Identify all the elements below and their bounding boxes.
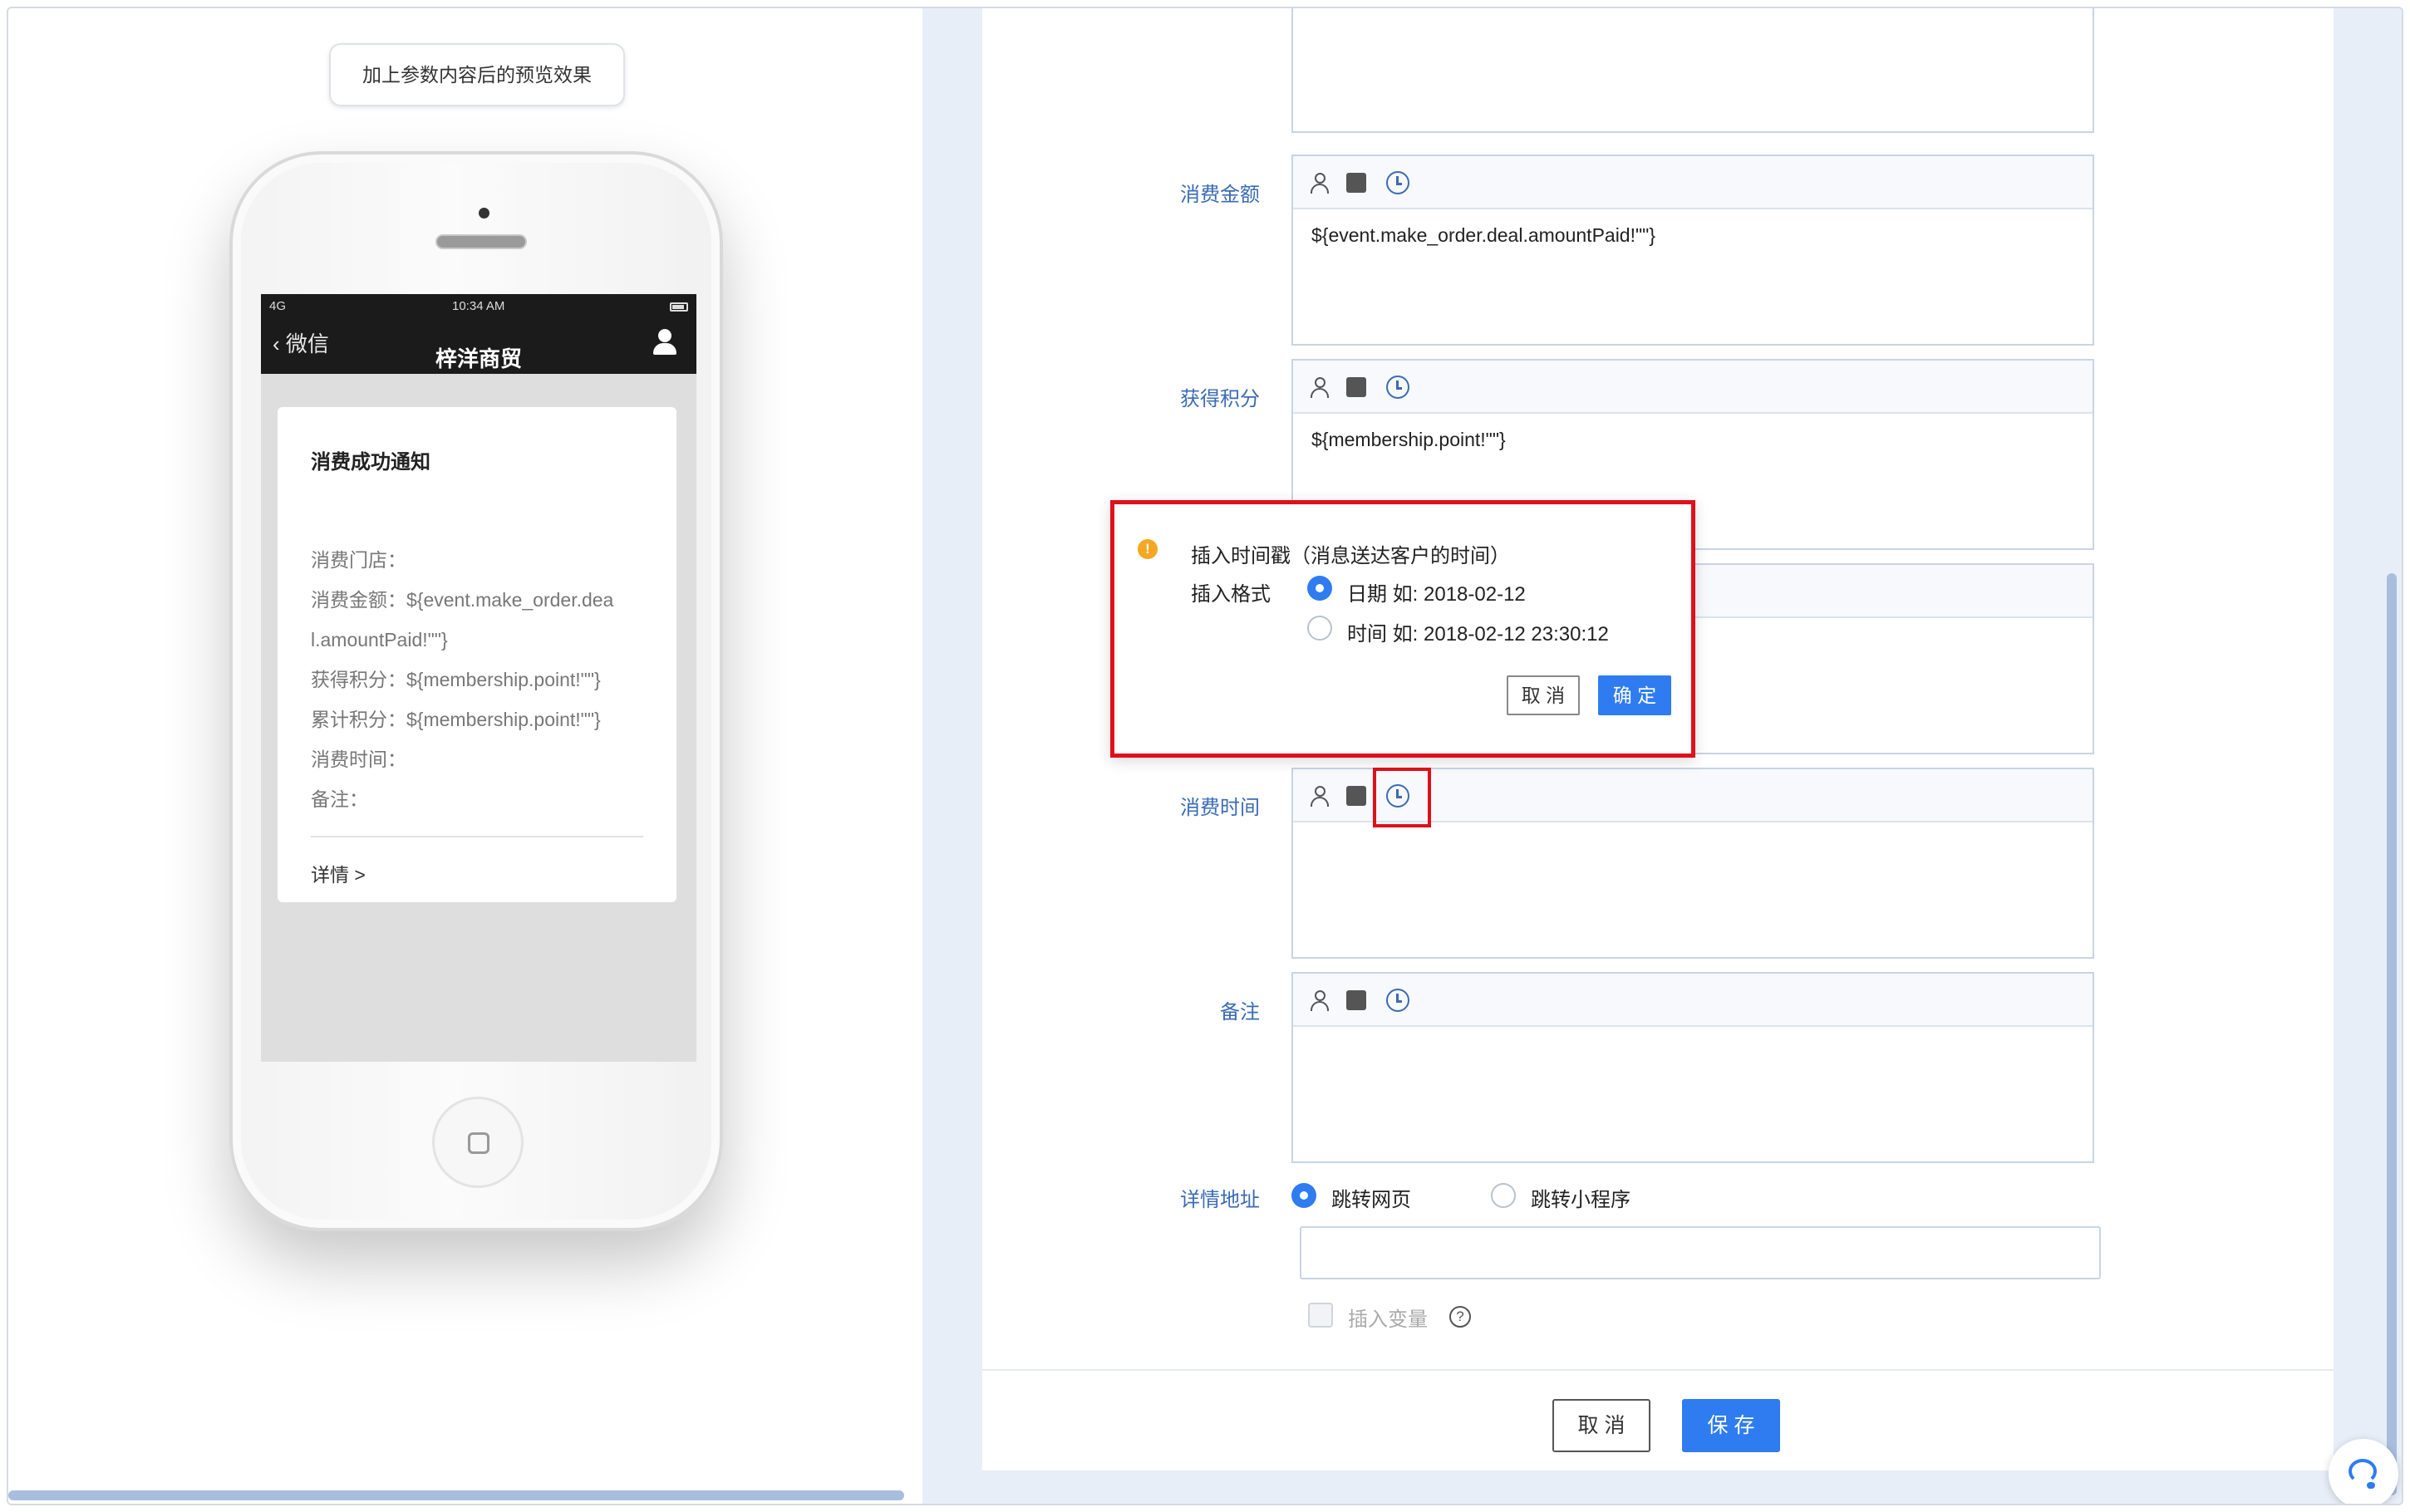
editor-content[interactable]: ${event.make_order.deal.amountPaid!""}	[1293, 209, 2093, 262]
clock-icon[interactable]	[1386, 989, 1409, 1012]
insert-variable-checkbox[interactable]	[1308, 1303, 1333, 1328]
editor-toolbar	[1293, 361, 2093, 414]
block-icon[interactable]	[1346, 990, 1366, 1010]
detail-url-input[interactable]	[1300, 1226, 2101, 1279]
editor-amount[interactable]: ${event.make_order.deal.amountPaid!""}	[1291, 155, 2094, 346]
vertical-scrollbar[interactable]	[2387, 573, 2397, 1495]
editor-remark[interactable]	[1291, 972, 2094, 1163]
footer-divider	[982, 1369, 2334, 1371]
editor-content[interactable]	[1293, 1027, 2093, 1057]
save-button[interactable]: 保 存	[1682, 1399, 1780, 1452]
message-line: 消费时间：	[311, 749, 406, 770]
user-variable-icon[interactable]	[1310, 786, 1330, 808]
field-label-amount: 消费金额	[1180, 184, 1260, 206]
message-line: 获得积分：${membership.point!""}	[311, 669, 601, 690]
phone-speaker	[435, 234, 527, 249]
editor-toolbar	[1293, 974, 2093, 1027]
phone-screen: 4G 10:34 AM ‹ 微信 梓洋商贸 消费成功通知 消费门店： 消费金额：…	[261, 294, 696, 1062]
horizontal-scrollbar[interactable]	[8, 1490, 904, 1500]
radio-miniapp[interactable]	[1491, 1183, 1516, 1208]
message-card: 消费成功通知 消费门店： 消费金额：${event.make_order.dea…	[278, 407, 676, 902]
message-title: 消费成功通知	[311, 451, 430, 474]
insert-variable-label: 插入变量	[1348, 1308, 1428, 1331]
radio-datetime-format[interactable]	[1307, 616, 1332, 641]
clock-icon[interactable]	[1386, 171, 1409, 194]
wechat-header: 4G 10:34 AM ‹ 微信 梓洋商贸	[261, 294, 696, 374]
user-variable-icon[interactable]	[1310, 173, 1330, 194]
app-frame: 加上参数内容后的预览效果 4G 10:34 AM ‹ 微信 梓洋商贸 消费成功通…	[7, 7, 2403, 1505]
user-variable-icon[interactable]	[1310, 377, 1330, 399]
field-label-remark: 备注	[1220, 1001, 1260, 1024]
preview-tip: 加上参数内容后的预览效果	[329, 43, 625, 106]
block-icon[interactable]	[1346, 786, 1366, 806]
message-line: 消费门店：	[311, 549, 406, 571]
popover-cancel-button[interactable]: 取 消	[1507, 675, 1580, 715]
message-line: 消费金额：${event.make_order.dea	[311, 589, 614, 611]
datetime-format-label[interactable]: 时间 如: 2018-02-12 23:30:12	[1347, 617, 1609, 646]
field-label-detail-url: 详情地址	[1180, 1189, 1260, 1211]
status-time: 10:34 AM	[452, 299, 505, 313]
popover-title: 插入时间戳（消息送达客户的时间）	[1191, 545, 1510, 567]
editor-toolbar	[1293, 156, 2093, 209]
field-label-points: 获得积分	[1180, 388, 1260, 410]
customer-service-icon[interactable]	[2329, 1439, 2398, 1504]
help-icon[interactable]: ?	[1449, 1306, 1471, 1328]
radio-web-label[interactable]: 跳转网页	[1331, 1183, 1411, 1212]
message-divider	[311, 836, 643, 837]
message-line: l.amountPaid!""}	[311, 629, 448, 650]
status-bar: 4G 10:34 AM	[269, 299, 688, 317]
home-button	[432, 1097, 524, 1188]
format-label: 插入格式	[1191, 583, 1271, 606]
radio-miniapp-label[interactable]: 跳转小程序	[1531, 1183, 1630, 1212]
date-format-label[interactable]: 日期 如: 2018-02-12	[1347, 577, 1526, 606]
camera-dot	[479, 208, 489, 218]
clock-icon[interactable]	[1386, 376, 1409, 399]
popover-confirm-button[interactable]: 确 定	[1598, 675, 1671, 715]
insert-timestamp-popover: ! 插入时间戳（消息送达客户的时间） 插入格式 日期 如: 2018-02-12…	[1110, 500, 1695, 758]
signal-text: 4G	[269, 299, 287, 313]
radio-web[interactable]	[1291, 1183, 1316, 1208]
cancel-button[interactable]: 取 消	[1552, 1399, 1650, 1452]
editor-content[interactable]: ${membership.point!""}	[1293, 414, 2093, 466]
preview-pane: 加上参数内容后的预览效果 4G 10:34 AM ‹ 微信 梓洋商贸 消费成功通…	[8, 8, 922, 1504]
message-body: 消费门店： 消费金额：${event.make_order.dea l.amou…	[311, 540, 660, 819]
radio-date-format[interactable]	[1307, 576, 1332, 601]
field-label-time: 消费时间	[1180, 797, 1260, 819]
account-title: 梓洋商贸	[435, 346, 522, 371]
editor-previous[interactable]	[1291, 8, 2094, 133]
message-line: 备注：	[311, 788, 368, 810]
user-variable-icon[interactable]	[1310, 990, 1330, 1012]
block-icon[interactable]	[1346, 377, 1366, 397]
warning-icon: !	[1138, 539, 1158, 559]
clock-highlight-box	[1373, 768, 1431, 827]
message-detail-link: 详情 >	[311, 864, 366, 886]
block-icon[interactable]	[1346, 173, 1366, 193]
battery-icon	[670, 302, 688, 312]
user-icon	[653, 329, 676, 357]
message-line: 累计积分：${membership.point!""}	[311, 709, 601, 730]
